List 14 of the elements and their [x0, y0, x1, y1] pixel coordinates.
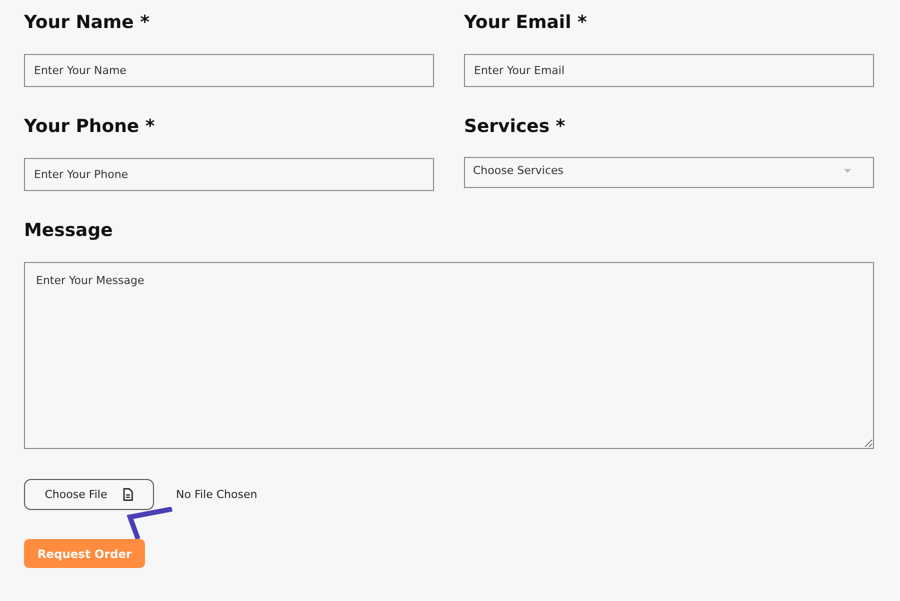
field-label: Message [24, 220, 114, 242]
input-field[interactable]: Enter Your Email [464, 54, 874, 87]
field-label: Your Phone * [24, 116, 156, 138]
message-field[interactable]: Enter Your Message [24, 262, 874, 449]
input-field[interactable]: Enter Your Phone [24, 158, 434, 191]
field-label: Your Email * [464, 12, 588, 34]
field-label: Your Name * [24, 12, 151, 34]
choose-file-button[interactable]: Choose File [24, 479, 154, 510]
file-status: No File Chosen [176, 488, 258, 501]
document-icon [123, 488, 134, 501]
caret-icon [844, 168, 851, 172]
services-dropdown[interactable]: Choose Services [464, 157, 874, 188]
input-field[interactable]: Enter Your Name [24, 54, 434, 87]
field-label: Services * [464, 116, 566, 138]
